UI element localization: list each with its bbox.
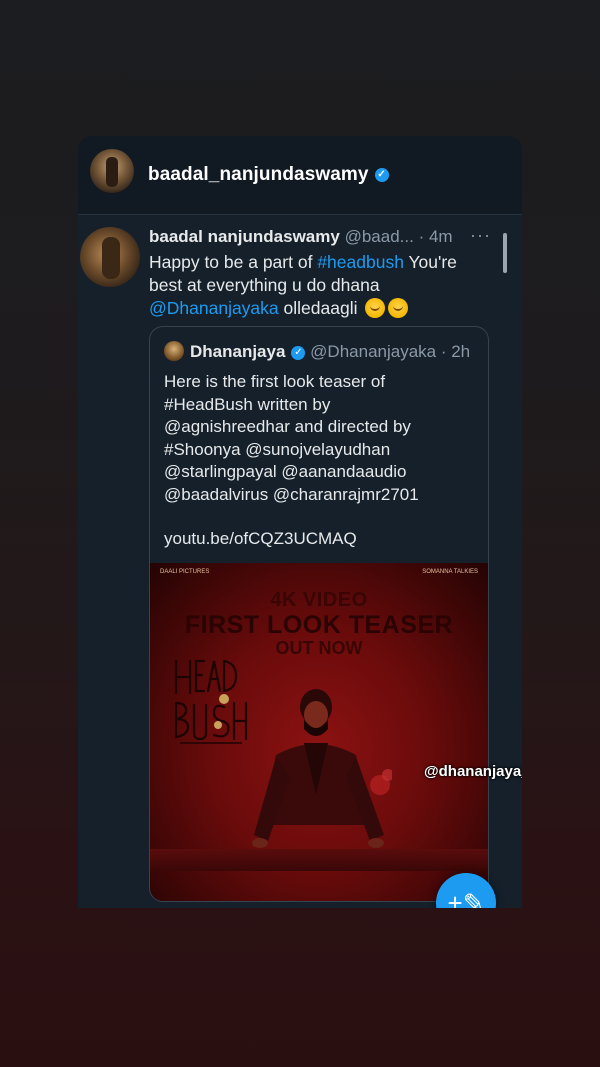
- story-mention-sticker[interactable]: @dhananjaya_ka: [424, 763, 522, 780]
- tweet-author-avatar[interactable]: [80, 227, 140, 287]
- verified-badge-icon: ✓: [291, 345, 306, 360]
- profile-username[interactable]: baadal_nanjundaswamy ✓: [148, 164, 389, 186]
- quoted-author-name[interactable]: Dhananjaya: [190, 342, 285, 361]
- verified-badge-icon: ✓: [374, 167, 389, 182]
- more-horizontal-icon[interactable]: ···: [470, 225, 491, 246]
- tweet-text: Happy to be a part of #headbush You're b…: [149, 252, 457, 318]
- mention-link[interactable]: @Dhananjayaka: [149, 298, 279, 318]
- poster-studio-right: SOMANNA TALKIES: [422, 569, 478, 575]
- scrollbar[interactable]: [503, 233, 507, 273]
- tweet-time: · 4m: [418, 227, 453, 246]
- movie-title-logo: [174, 659, 248, 744]
- profile-header: baadal_nanjundaswamy ✓: [78, 136, 522, 215]
- quoted-tweet[interactable]: Dhananjaya ✓ @Dhananjayaka · 2h Here is t…: [149, 326, 489, 902]
- poster-line-4k: 4K VIDEO: [270, 589, 368, 611]
- tweet-author-name[interactable]: baadal nanjundaswamy: [149, 227, 340, 246]
- teaser-link[interactable]: youtu.be/ofCQZ3UCMAQ: [164, 529, 357, 549]
- profile-avatar[interactable]: [90, 149, 134, 193]
- compose-feather-icon: +✎: [447, 888, 485, 908]
- poster-table: [150, 849, 488, 871]
- poster-actor-figure: [252, 689, 392, 848]
- quoted-tweet-header: Dhananjaya ✓ @Dhananjayaka · 2h: [164, 341, 470, 362]
- quoted-author-avatar[interactable]: [164, 341, 184, 361]
- poster-credits: [210, 877, 428, 891]
- poster-line-teaser: FIRST LOOK TEASER: [184, 611, 454, 639]
- story-card: baadal_nanjundaswamy ✓ baadal nanjundaswa…: [78, 136, 522, 908]
- tweet-author-handle[interactable]: @baad...: [345, 227, 414, 246]
- quoted-tweet-text: Here is the first look teaser of #HeadBu…: [164, 372, 419, 504]
- hugging-face-emoji: [388, 298, 409, 318]
- teaser-poster-image[interactable]: DAALI PICTURES SOMANNA TALKIES 4K VIDEO …: [150, 563, 488, 901]
- tweet-meta: baadal nanjundaswamy @baad... · 4m: [149, 227, 494, 247]
- hugging-face-emoji: [365, 298, 386, 318]
- quoted-author-handle[interactable]: @Dhananjayaka · 2h: [310, 342, 470, 361]
- poster-studio-left: DAALI PICTURES: [160, 569, 210, 575]
- hashtag-link[interactable]: #headbush: [317, 252, 404, 272]
- tweet[interactable]: baadal nanjundaswamy @baad... · 4m ··· H…: [78, 215, 522, 908]
